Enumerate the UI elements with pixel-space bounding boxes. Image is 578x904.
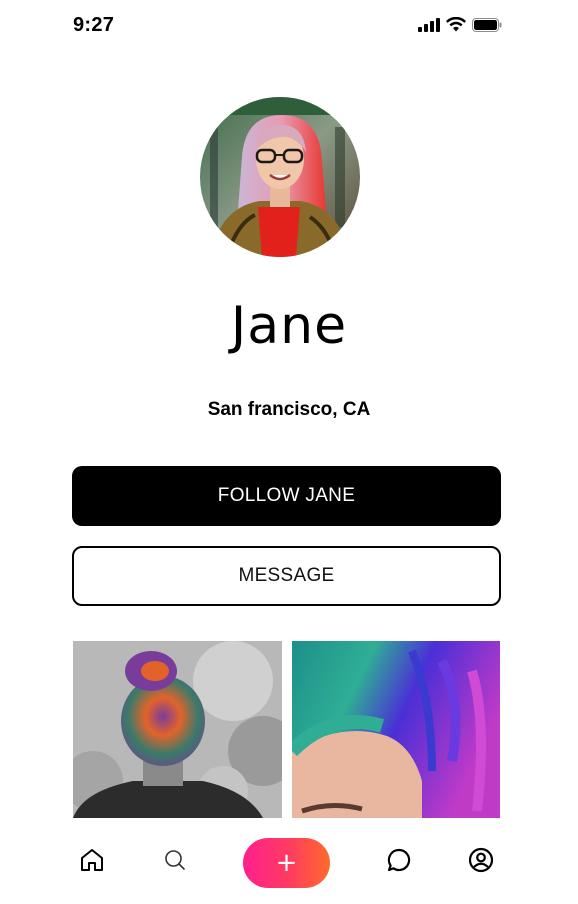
- add-button[interactable]: +: [243, 838, 330, 888]
- battery-icon: [472, 17, 502, 37]
- status-bar: 9:27: [0, 0, 578, 52]
- nav-chat[interactable]: [385, 848, 413, 876]
- status-time: 9:27: [73, 14, 115, 36]
- avatar[interactable]: [200, 97, 360, 257]
- profile-name: Jane: [230, 296, 348, 356]
- nav-home[interactable]: [78, 848, 106, 876]
- profile-icon: [468, 847, 494, 878]
- home-icon: [79, 847, 105, 878]
- follow-button[interactable]: FOLLOW JANE: [72, 466, 501, 526]
- status-icons: [418, 16, 502, 37]
- search-icon: [163, 848, 187, 877]
- wifi-icon: [446, 16, 466, 37]
- message-button[interactable]: MESSAGE: [72, 546, 501, 606]
- gallery-photo[interactable]: [73, 641, 282, 818]
- profile-location: San francisco, CA: [207, 399, 371, 420]
- chat-icon: [386, 847, 412, 878]
- nav-profile[interactable]: [467, 847, 495, 878]
- bottom-nav: +: [0, 818, 578, 904]
- signal-icon: [418, 17, 440, 37]
- gallery-photo[interactable]: [292, 641, 500, 818]
- nav-search[interactable]: [161, 848, 189, 876]
